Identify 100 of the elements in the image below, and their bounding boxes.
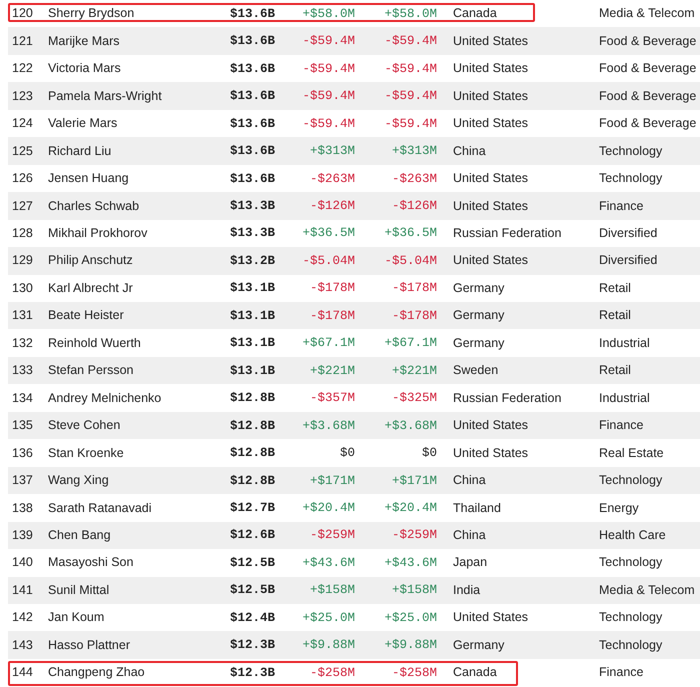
industry-cell-text: Industrial [598,390,650,405]
industry-cell-text: Technology [598,144,662,158]
country-cell-text: China [452,528,486,542]
country-cell-text: Germany [452,638,504,652]
name-cell: Stefan Persson [48,363,134,378]
change-cell-text: +$3.68M [384,418,438,433]
country-cell-text: United States [452,253,528,268]
rank-cell-text: 144 [11,665,33,680]
name-cell: Changpeng Zhao [48,665,145,680]
net-worth-cell-text: $13.6B [230,89,276,104]
country-cell-text: Germany [452,336,504,350]
rank-cell-text: 135 [11,418,33,432]
change-cell-text: -$126M [392,199,438,214]
name-cell: Philip Anschutz [48,253,133,268]
change-cell-text: +$25.0M [302,610,356,625]
industry-cell-text: Finance [598,418,644,432]
rank-cell-text: 143 [11,638,33,652]
country-cell-text: India [452,582,480,597]
country-cell-text: United States [452,116,528,130]
name-cell: Sarath Ratanavadi [48,500,152,514]
rank-cell-text: 127 [11,198,33,213]
rank-cell-text: 139 [11,528,33,542]
country-cell-text: United States [452,88,528,103]
name-cell: Andrey Melnichenko [48,390,162,405]
change-cell-text: +$36.5M [302,226,356,240]
net-worth-cell-text: $13.6B [230,34,276,48]
net-worth-cell-text: $13.3B [230,226,276,240]
industry-cell-text: Diversified [598,226,658,240]
change-cell-text: $0 [340,446,356,460]
industry-cell-text: Technology [598,638,662,652]
country-cell-text: China [452,144,486,158]
name-cell: Valerie Mars [48,116,118,130]
country-cell-text: United States [452,198,528,213]
change-cell-text: -$178M [392,308,438,323]
name-cell: Richard Liu [48,144,112,158]
change-cell-text: -$59.4M [302,89,356,104]
country-cell-text: Russian Federation [452,226,562,240]
net-worth-cell-text: $13.3B [230,199,276,214]
change-cell-text: +$20.4M [384,501,438,515]
rank-cell-text: 138 [11,500,33,514]
country-cell-text: United States [452,418,528,432]
name-cell: Marijke Mars [48,34,120,48]
change-cell-text: +$58.0M [302,6,356,21]
rank-cell-text: 134 [11,390,33,405]
industry-cell-text: Retail [598,280,631,295]
rank-cell-text: 133 [11,363,33,378]
change-cell-text: +$20.4M [302,501,356,515]
industry-cell-text: Food & Beverage [598,61,696,76]
rank-cell-text: 129 [11,253,33,268]
net-worth-cell-text: $12.5B [230,556,276,570]
industry-cell-text: Real Estate [598,446,664,460]
country-cell-text: United States [452,610,528,624]
rank-cell-text: 136 [11,446,33,460]
change-cell-text: -$263M [392,172,438,186]
net-worth-cell-text: $13.6B [230,116,276,131]
name-cell: Charles Schwab [48,198,140,213]
rank-cell-text: 122 [11,61,33,76]
industry-cell-text: Technology [598,555,662,570]
country-cell-text: United States [452,34,528,48]
industry-cell-text: Food & Beverage [598,34,696,48]
change-cell-text: +$313M [392,144,438,158]
change-cell-text: +$43.6M [302,556,356,570]
name-cell: Chen Bang [48,528,111,542]
change-cell-text: -$258M [310,666,356,680]
net-worth-cell-text: $12.8B [230,418,276,433]
change-cell-text: +$158M [392,583,438,598]
change-cell-text: +$67.1M [384,336,438,350]
net-worth-cell-text: $13.6B [230,62,276,76]
change-cell-text: +$3.68M [302,418,356,433]
change-cell-text: +$221M [310,364,356,378]
net-worth-cell-text: $13.6B [230,6,276,21]
net-worth-cell-text: $12.8B [230,446,276,460]
industry-cell-text: Energy [598,500,639,514]
country-cell-text: Canada [452,6,497,20]
net-worth-cell-text: $12.8B [230,474,276,488]
name-cell: Mikhail Prokhorov [48,226,148,240]
rank-cell-text: 121 [11,34,33,48]
change-cell-text: $0 [422,446,438,460]
industry-cell-text: Retail [598,363,631,378]
change-cell-text: +$67.1M [302,336,356,350]
country-cell-text: United States [452,171,528,186]
change-cell-text: +$43.6M [384,556,438,570]
net-worth-cell-text: $12.4B [230,610,276,625]
industry-cell-text: Technology [598,171,662,186]
country-cell-text: United States [452,61,528,76]
change-cell-text: -$325M [392,391,438,406]
industry-cell-text: Finance [598,198,644,213]
change-cell-text: -$126M [310,199,356,214]
net-worth-cell-text: $12.8B [230,391,276,406]
country-cell-text: Germany [452,308,504,322]
industry-cell-text: Media & Telecom [598,6,695,20]
industry-cell-text: Technology [598,473,662,488]
name-cell: Masayoshi Son [48,555,134,570]
country-cell-text: Canada [452,665,497,680]
industry-cell-text: Media & Telecom [598,582,695,597]
change-cell-text: +$221M [392,364,438,378]
change-cell-text: -$59.4M [302,62,356,76]
net-worth-cell-text: $12.3B [230,638,276,652]
net-worth-cell-text: $13.1B [230,281,276,296]
net-worth-cell-text: $13.2B [230,254,276,268]
